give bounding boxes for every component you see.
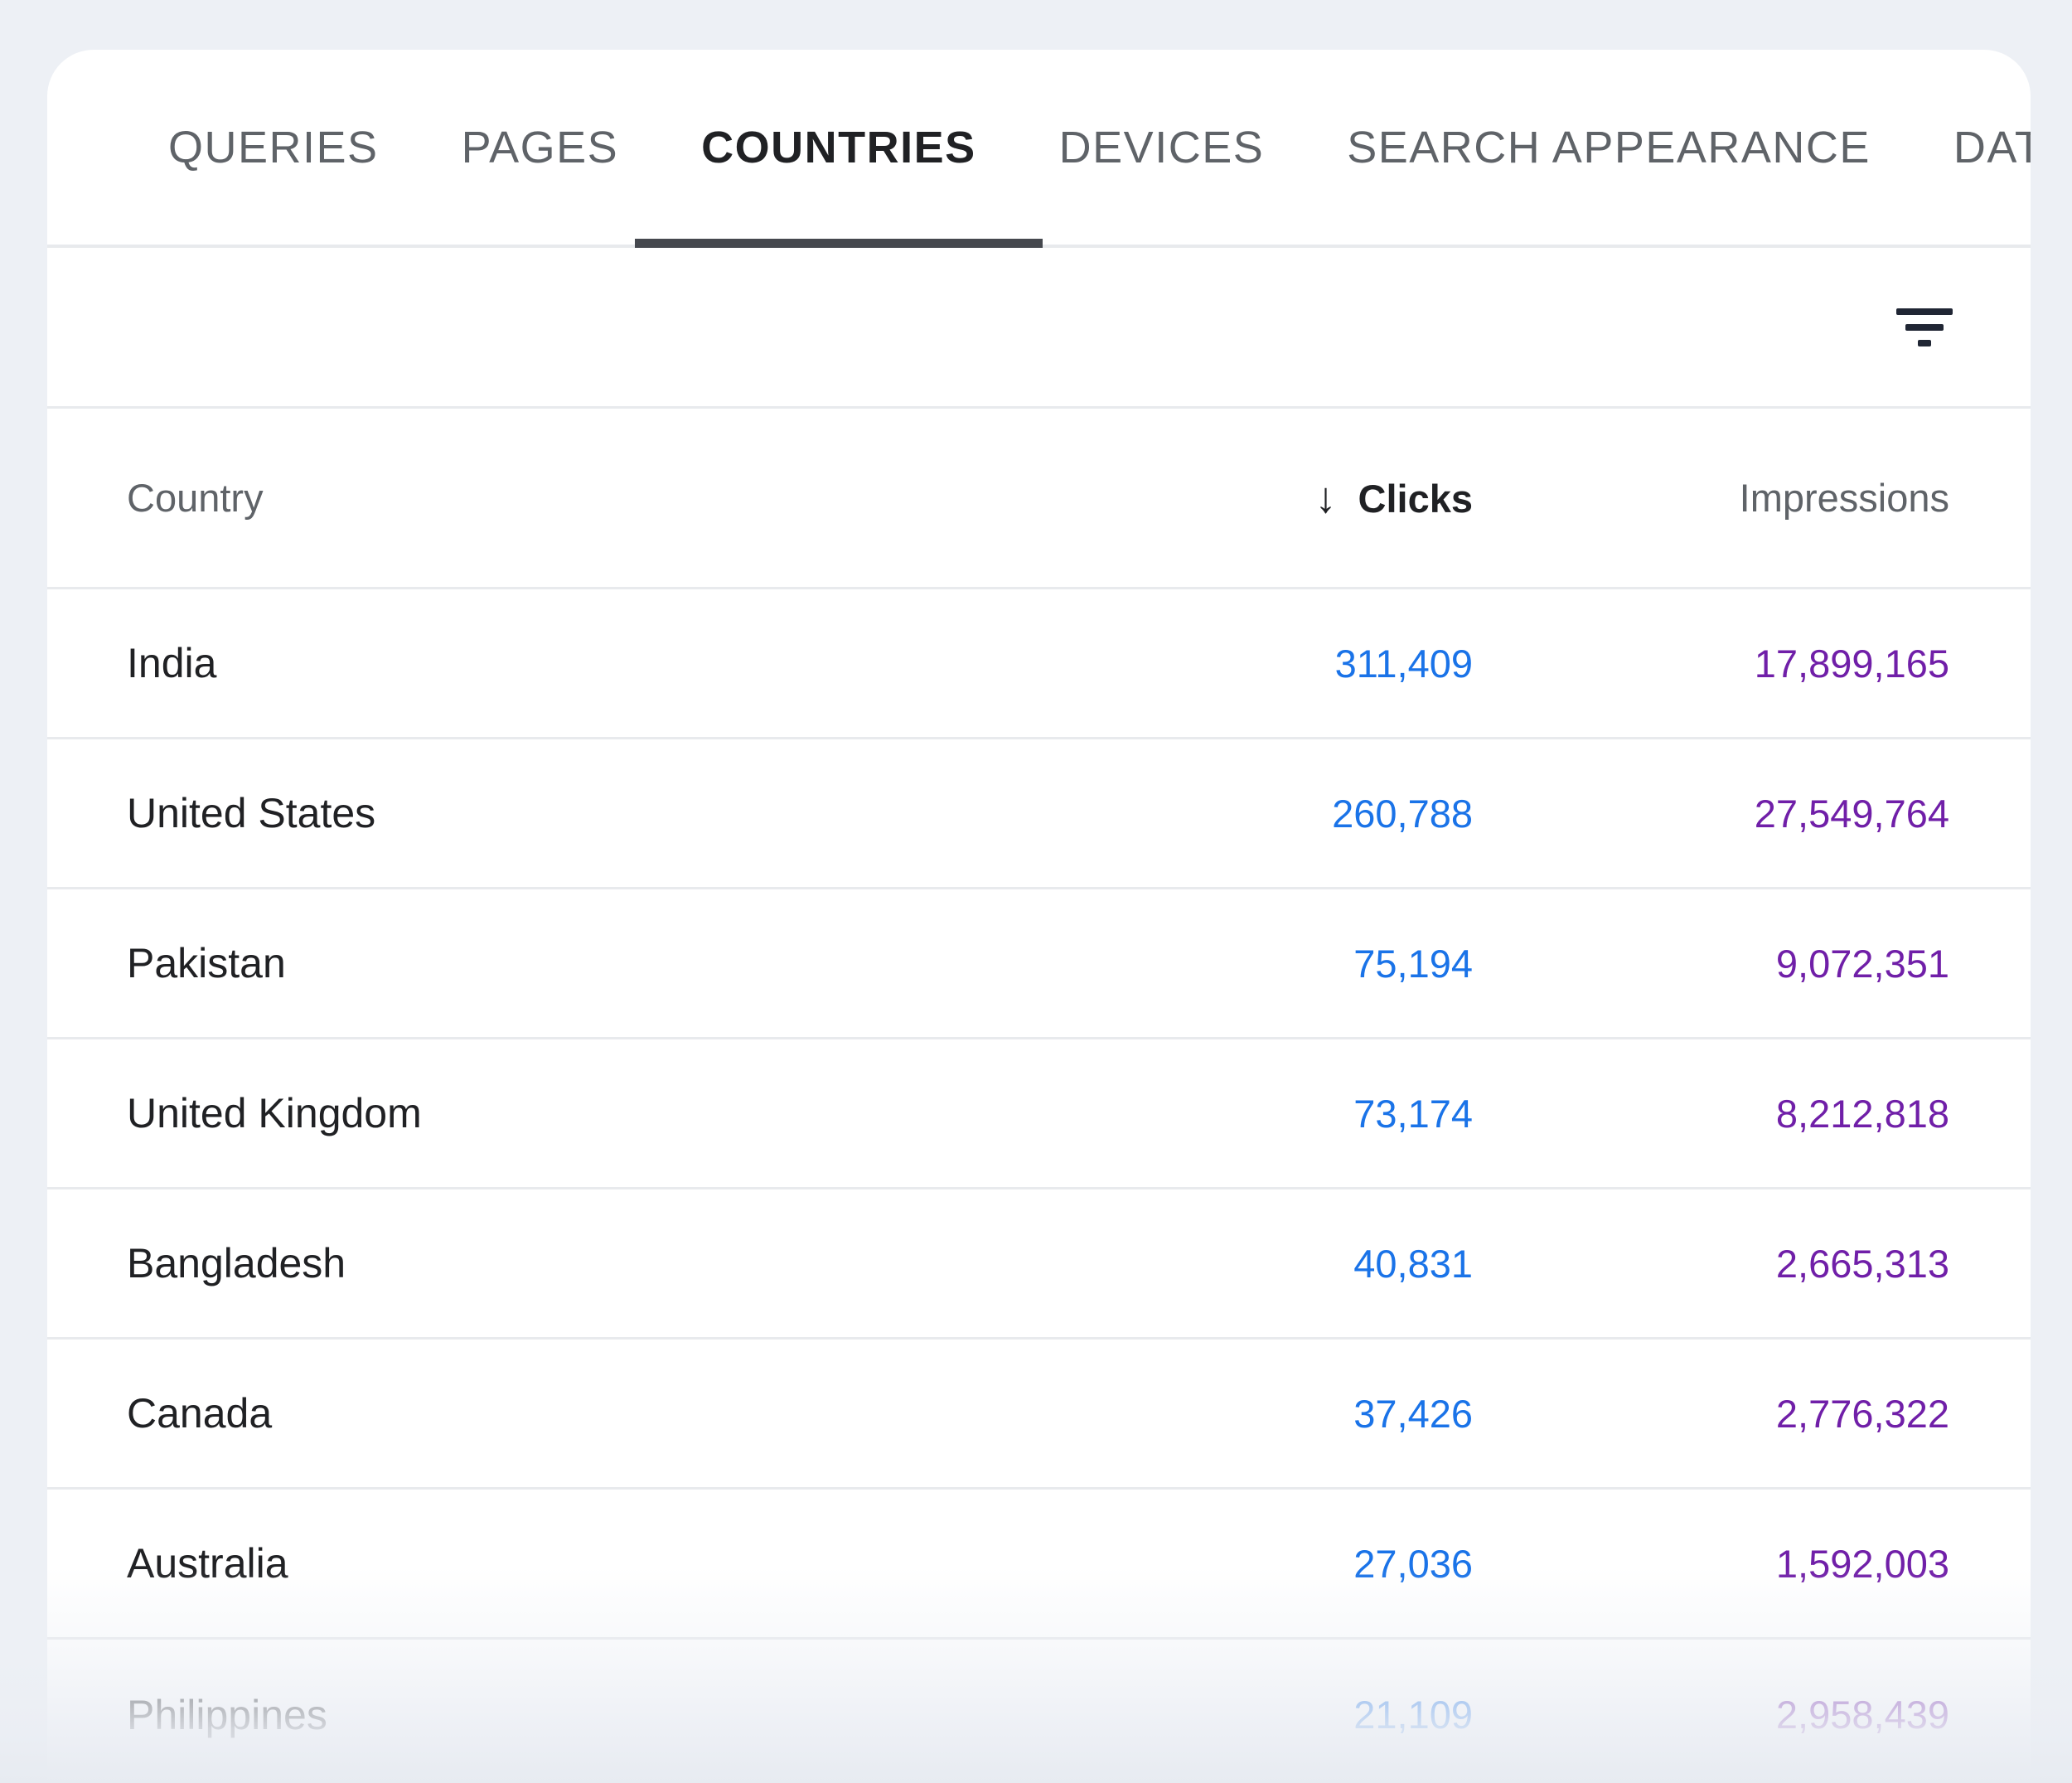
tab-pages[interactable]: PAGES <box>420 50 661 245</box>
clicks-cell: 21,109 <box>1125 1692 1473 1737</box>
dimension-tabs: QUERIES PAGES COUNTRIES DEVICES SEARCH A… <box>47 50 2031 248</box>
table-row[interactable]: Australia 27,036 1,592,003 <box>47 1490 2031 1640</box>
column-header-clicks[interactable]: ↓ Clicks <box>1125 473 1473 523</box>
impressions-cell: 17,899,165 <box>1473 641 1949 686</box>
table-row[interactable]: Bangladesh 40,831 2,665,313 <box>47 1189 2031 1340</box>
table-row[interactable]: Canada 37,426 2,776,322 <box>47 1340 2031 1490</box>
clicks-cell: 37,426 <box>1125 1391 1473 1437</box>
impressions-cell: 27,549,764 <box>1473 791 1949 836</box>
table-row[interactable]: Pakistan 75,194 9,072,351 <box>47 889 2031 1039</box>
filter-bar-bottom <box>1918 340 1931 346</box>
tab-queries[interactable]: QUERIES <box>127 50 420 245</box>
table-toolbar <box>47 248 2031 409</box>
country-cell: United States <box>127 789 1125 837</box>
impressions-cell: 2,776,322 <box>1473 1391 1949 1437</box>
tab-devices[interactable]: DEVICES <box>1018 50 1306 245</box>
impressions-cell: 8,212,818 <box>1473 1091 1949 1136</box>
column-header-impressions[interactable]: Impressions <box>1473 475 1949 521</box>
country-cell: Bangladesh <box>127 1239 1125 1287</box>
sort-descending-icon: ↓ <box>1315 473 1337 523</box>
impressions-cell: 2,958,439 <box>1473 1692 1949 1737</box>
filter-bar-top <box>1896 308 1953 315</box>
tab-dates[interactable]: DATES <box>1912 50 2031 245</box>
filter-bar-middle <box>1905 324 1944 331</box>
clicks-cell: 75,194 <box>1125 941 1473 986</box>
clicks-cell: 27,036 <box>1125 1541 1473 1587</box>
filter-icon[interactable] <box>1896 308 1953 346</box>
table-row[interactable]: United Kingdom 73,174 8,212,818 <box>47 1039 2031 1189</box>
country-cell: Australia <box>127 1539 1125 1587</box>
table-row[interactable]: Philippines 21,109 2,958,439 <box>47 1640 2031 1783</box>
tab-countries[interactable]: COUNTRIES <box>660 50 1018 245</box>
column-header-country: Country <box>127 475 1125 521</box>
clicks-cell: 260,788 <box>1125 791 1473 836</box>
clicks-cell: 40,831 <box>1125 1241 1473 1286</box>
country-cell: Canada <box>127 1389 1125 1437</box>
country-cell: India <box>127 639 1125 687</box>
table-row[interactable]: United States 260,788 27,549,764 <box>47 739 2031 889</box>
country-cell: United Kingdom <box>127 1089 1125 1137</box>
clicks-cell: 73,174 <box>1125 1091 1473 1136</box>
tab-search-appearance[interactable]: SEARCH APPEARANCE <box>1305 50 1912 245</box>
impressions-cell: 1,592,003 <box>1473 1541 1949 1587</box>
impressions-cell: 2,665,313 <box>1473 1241 1949 1286</box>
table-body: India 311,409 17,899,165 United States 2… <box>47 589 2031 1783</box>
clicks-cell: 311,409 <box>1125 641 1473 686</box>
table-row[interactable]: India 311,409 17,899,165 <box>47 589 2031 739</box>
impressions-cell: 9,072,351 <box>1473 941 1949 986</box>
column-header-clicks-label: Clicks <box>1358 477 1473 521</box>
performance-report-card: QUERIES PAGES COUNTRIES DEVICES SEARCH A… <box>47 50 2031 1783</box>
table-header-row: Country ↓ Clicks Impressions <box>47 409 2031 589</box>
country-cell: Pakistan <box>127 939 1125 987</box>
country-cell: Philippines <box>127 1691 1125 1739</box>
